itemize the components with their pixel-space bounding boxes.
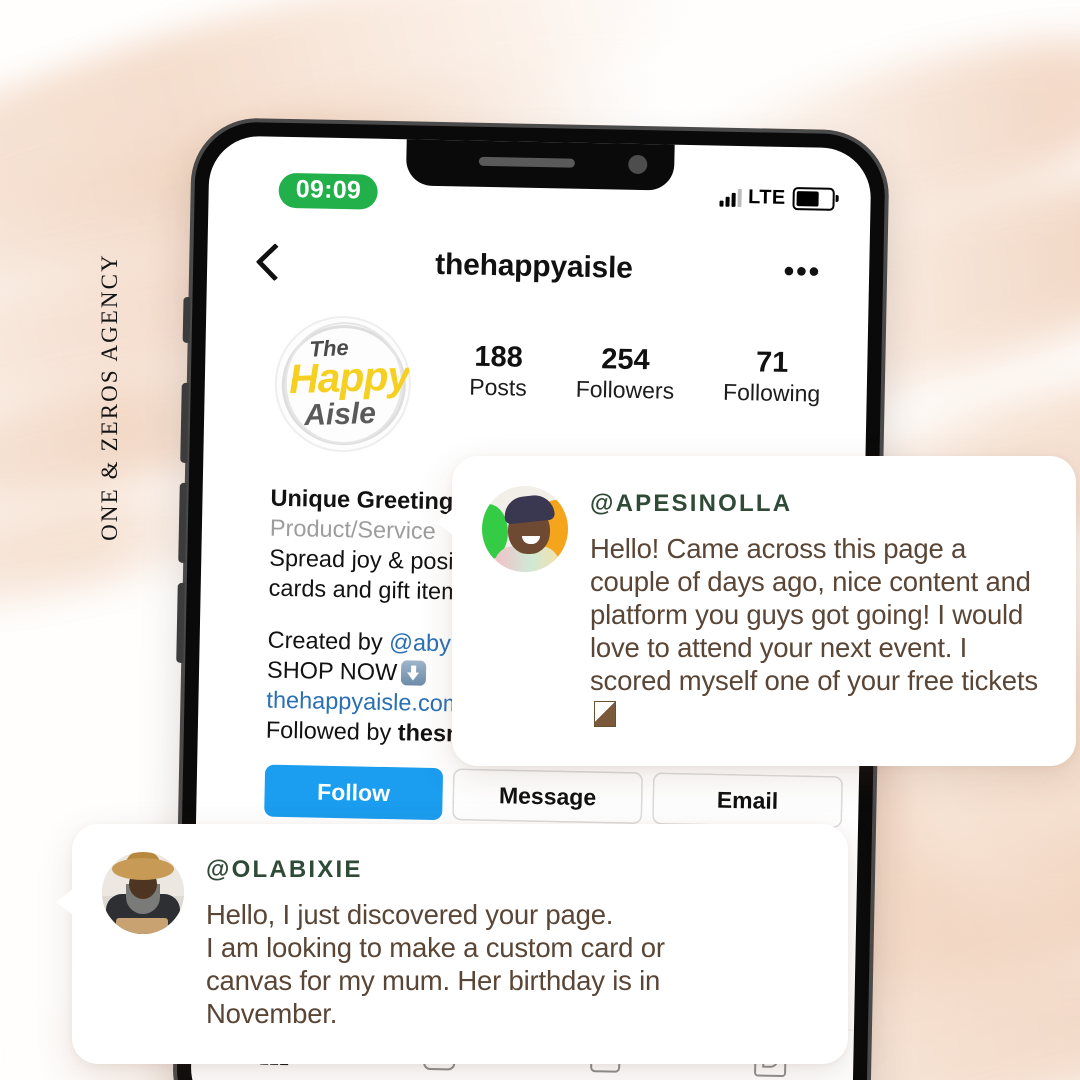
bio-description-line2: cards and gift items xyxy=(268,574,473,605)
comment-card-tail xyxy=(56,888,74,916)
comment-text-line1: Hello, I just discovered your page. xyxy=(206,899,614,930)
comment-text: Hello! Came across this page a couple of… xyxy=(590,532,1042,730)
profile-avatar[interactable]: The Happy Aisle xyxy=(273,314,413,454)
stat-following-label: Following xyxy=(722,379,821,408)
comment-card-apesinolla: @APESINOLLA Hello! Came across this page… xyxy=(436,456,1076,766)
stat-posts[interactable]: 188 Posts xyxy=(469,341,528,403)
profile-action-buttons: Follow Message Email xyxy=(264,764,844,829)
ticket-emoji xyxy=(594,701,616,727)
network-type-label: LTE xyxy=(747,186,786,209)
agency-wordmark-text: ONE & ZEROS AGENCY xyxy=(97,253,122,541)
woman-smiling-avatar xyxy=(482,486,568,572)
comment-text-line2: I am looking to make a custom card or xyxy=(206,932,665,963)
stat-posts-label: Posts xyxy=(468,374,528,402)
message-button[interactable]: Message xyxy=(452,768,644,825)
poster-canvas: ONE & ZEROS AGENCY 09:09 LTE thehappyais… xyxy=(0,0,1080,1080)
comment-card-olabixie: @OLABIXIE Hello, I just discovered your … xyxy=(56,824,848,1064)
logo-text-happy: Happy xyxy=(288,352,410,403)
stat-following-count: 71 xyxy=(755,346,789,380)
comment-text-line4: November. xyxy=(206,998,338,1029)
status-indicators: LTE xyxy=(718,186,835,211)
stat-followers-count: 254 xyxy=(601,343,651,377)
stat-followers[interactable]: 254 Followers xyxy=(575,343,675,406)
status-bar: 09:09 LTE xyxy=(208,135,871,224)
bio-description-line1: Spread joy & positiv xyxy=(269,544,478,575)
status-time: 09:09 xyxy=(278,172,379,210)
phone-mute-switch xyxy=(182,296,191,343)
stat-following[interactable]: 71 Following xyxy=(723,346,821,409)
signal-bars-icon xyxy=(718,188,742,207)
agency-wordmark: ONE & ZEROS AGENCY xyxy=(96,202,124,592)
stat-followers-label: Followers xyxy=(575,376,675,405)
comment-text: Hello, I just discovered your page. I am… xyxy=(206,898,814,1030)
battery-icon xyxy=(792,187,835,211)
comment-text-line3: canvas for my mum. Her birthday is in xyxy=(206,965,661,996)
comment-handle[interactable]: @OLABIXIE xyxy=(206,856,814,884)
download-arrow-icon xyxy=(400,660,427,686)
comment-handle[interactable]: @APESINOLLA xyxy=(590,490,1042,518)
more-options-icon[interactable]: ••• xyxy=(783,255,821,289)
follow-button[interactable]: Follow xyxy=(264,764,444,821)
comment-card-tail xyxy=(436,508,454,536)
man-with-hat-avatar xyxy=(102,852,184,934)
email-button[interactable]: Email xyxy=(652,772,844,829)
logo-text-aisle: Aisle xyxy=(303,396,377,433)
page-title: thehappyaisle xyxy=(434,247,634,285)
profile-summary-row: The Happy Aisle 188 Posts 254 Followers … xyxy=(203,313,868,462)
profile-stats: 188 Posts 254 Followers 71 Following xyxy=(444,340,845,409)
bio-created-by-label: Created by xyxy=(267,626,390,656)
stat-posts-count: 188 xyxy=(474,340,524,374)
app-header: thehappyaisle ••• xyxy=(207,223,870,310)
bio-shop-now-label: SHOP NOW xyxy=(266,656,398,686)
bio-followed-by-label: Followed by xyxy=(265,716,399,746)
